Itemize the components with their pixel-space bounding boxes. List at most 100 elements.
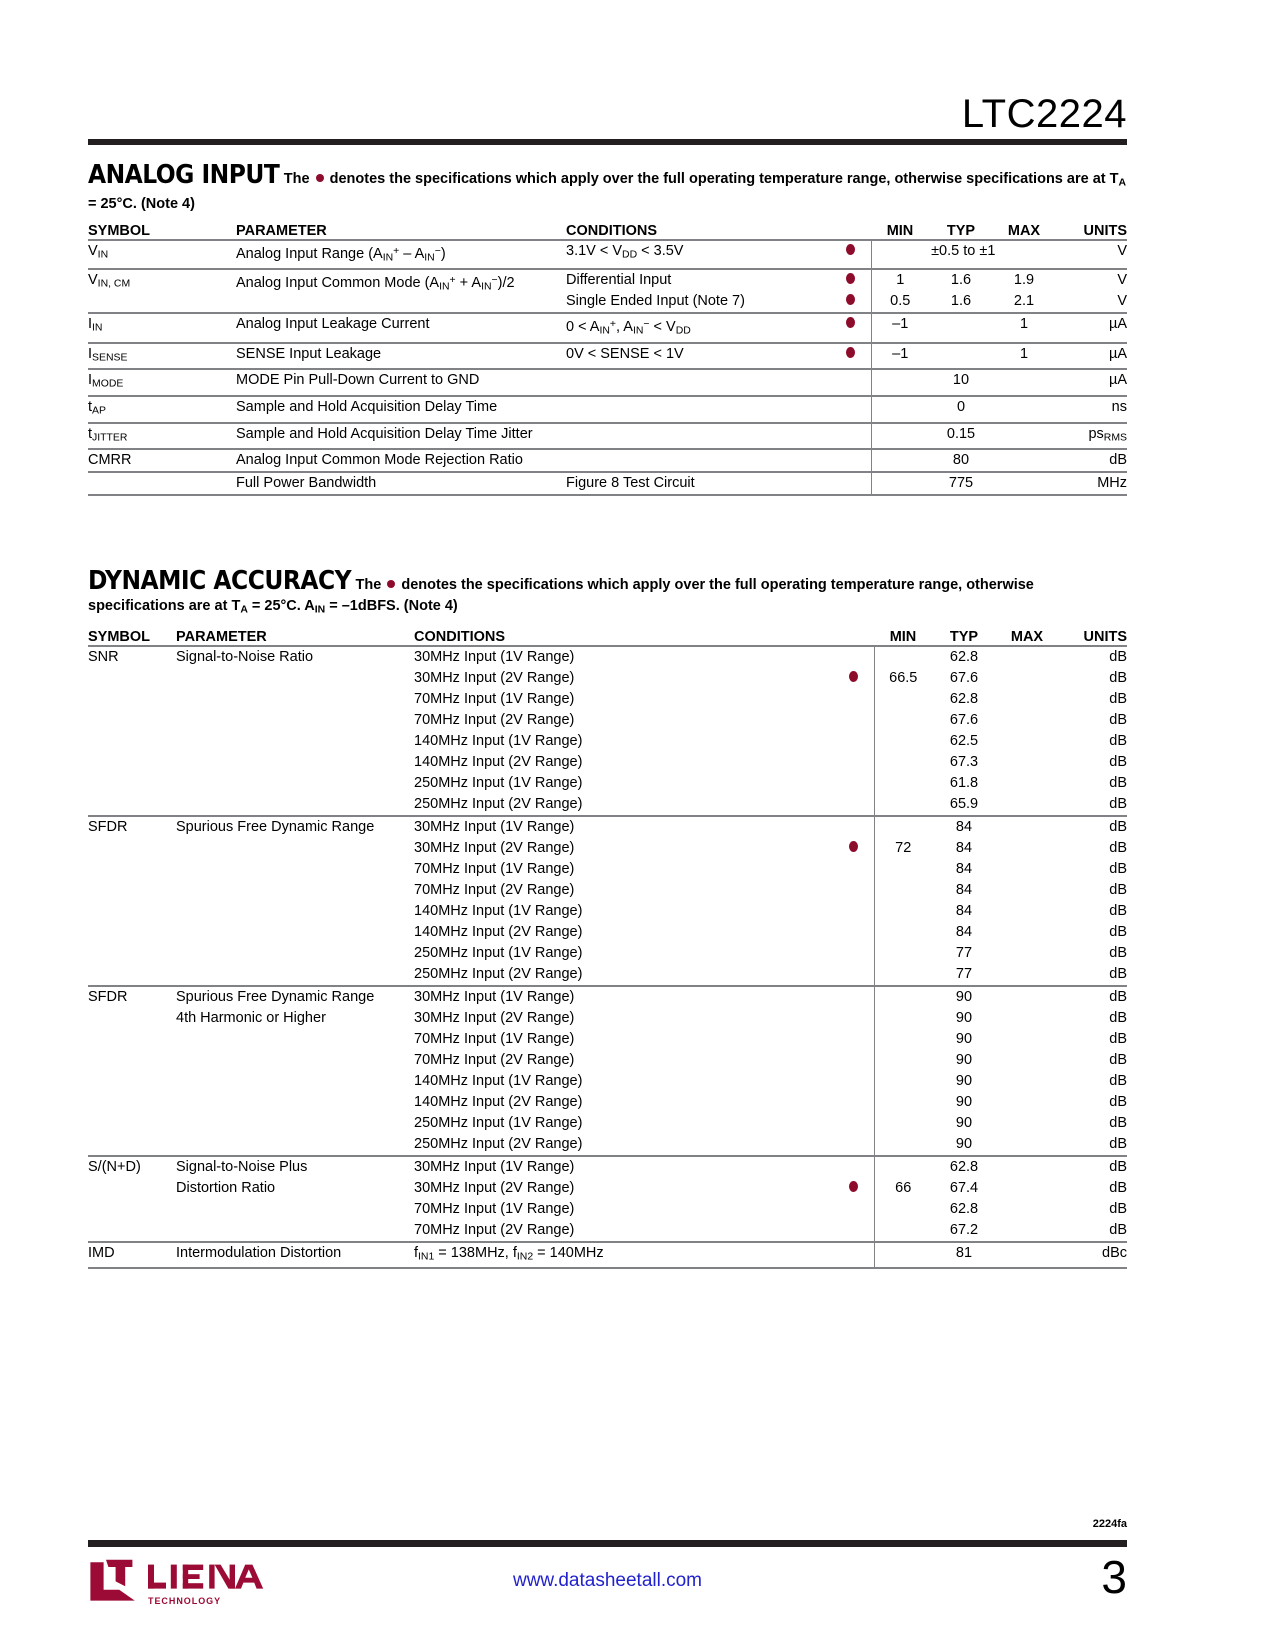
row-dot (834, 1199, 874, 1220)
row-units: dB (1109, 1179, 1127, 1196)
row-units: dB (1109, 944, 1127, 961)
row-max (996, 773, 1058, 794)
row-dot (834, 1178, 874, 1199)
row-units: dB (1109, 669, 1127, 686)
row-dot (834, 880, 874, 901)
row-parameter-line2: Distortion Ratio (176, 1179, 276, 1196)
row-dot (834, 1050, 874, 1071)
col-parameter: PARAMETER (236, 222, 327, 239)
row-units: dB (1109, 795, 1127, 812)
row-min (870, 472, 929, 495)
row-conditions: Differential Input (566, 272, 672, 289)
row-min (870, 449, 929, 473)
bullet-dot-icon (315, 174, 324, 182)
note-sub: A (1118, 177, 1127, 189)
row-typ: 1.6 (950, 272, 972, 289)
bullet-dot-icon (846, 346, 856, 358)
section-title: DYNAMIC ACCURACY (88, 566, 352, 596)
row-conditions: 30MHz Input (2V Range) (414, 1179, 575, 1196)
row-units: dB (1109, 1200, 1127, 1217)
row-min (873, 942, 932, 964)
row-min (873, 963, 932, 986)
row-max (993, 396, 1055, 423)
row-units: µA (1108, 345, 1127, 362)
row-max: 1 (1019, 316, 1029, 333)
row-min (873, 1007, 932, 1029)
logo-subtitle: TECHNOLOGY (148, 1596, 221, 1606)
analog-input-table: SYMBOL PARAMETER CONDITIONS MIN TYP MAX … (88, 223, 1127, 495)
table-header-row: SYMBOL PARAMETER CONDITIONS MIN TYP MAX … (88, 629, 1127, 646)
row-units: dB (1109, 732, 1127, 749)
bullet-dot-icon (387, 580, 396, 588)
row-symbol: S/(N+D) (88, 1158, 141, 1175)
row-max (996, 1071, 1058, 1092)
row-conditions: 30MHz Input (1V Range) (414, 1158, 575, 1175)
row-dot (831, 291, 871, 313)
row-parameter: Spurious Free Dynamic Range 4th Harmonic… (176, 986, 414, 1156)
row-conditions: 30MHz Input (2V Range) (414, 669, 575, 686)
section-heading-analog-input: ANALOG INPUT The denotes the specificati… (88, 160, 1127, 215)
row-conditions (566, 396, 831, 423)
row-min (873, 1112, 932, 1134)
row-max: 1 (1019, 345, 1029, 362)
row-dot (831, 343, 871, 370)
row-dot (834, 1092, 874, 1113)
row-typ: 84 (955, 881, 973, 898)
row-units: dB (1109, 690, 1127, 707)
bullet-dot-icon (846, 273, 856, 285)
row-min: 1 (870, 269, 929, 292)
row-units: dB (1109, 839, 1127, 856)
row-conditions: 250MHz Input (1V Range) (414, 1114, 583, 1131)
row-dot (834, 964, 874, 986)
row-dot (834, 922, 874, 943)
row-conditions: 250MHz Input (1V Range) (414, 944, 583, 961)
note-tail: = 25°C. (Note 4) (88, 195, 195, 212)
row-max (996, 689, 1058, 710)
row-units: V (1117, 293, 1127, 310)
row-conditions (566, 449, 831, 472)
section-title: ANALOG INPUT (88, 160, 280, 190)
row-min: 66 (873, 1177, 932, 1199)
row-dot (834, 689, 874, 710)
row-max (996, 710, 1058, 731)
row-min (873, 1049, 932, 1071)
row-max (996, 859, 1058, 880)
row-min (873, 1091, 932, 1113)
row-parameter: Signal-to-Noise Ratio (176, 648, 314, 665)
row-max (996, 838, 1058, 859)
row-min: –1 (870, 342, 929, 370)
col-dot (834, 629, 874, 646)
row-max (996, 752, 1058, 773)
row-units: dB (1109, 648, 1127, 665)
row-min: 72 (873, 837, 932, 859)
row-max (996, 731, 1058, 752)
note-tail: = 25°C. A (247, 598, 315, 614)
row-conditions: 70MHz Input (2V Range) (414, 711, 575, 728)
col-conditions: CONDITIONS (414, 628, 506, 645)
row-min (873, 1241, 932, 1268)
row-conditions (566, 423, 831, 450)
row-dot (834, 816, 874, 838)
table-row: IIN Analog Input Leakage Current 0 < AIN… (88, 313, 1127, 343)
row-units: dB (1109, 711, 1127, 728)
website-url-link[interactable]: www.datasheetall.com (88, 1570, 1127, 1592)
row-dot (831, 449, 871, 472)
table-row: VIN, CM Analog Input Common Mode (AIN+ +… (88, 269, 1127, 293)
section-analog-input: ANALOG INPUT The denotes the specificati… (88, 160, 1127, 497)
row-conditions: 250MHz Input (2V Range) (414, 795, 583, 812)
row-units: dB (1109, 1114, 1127, 1131)
row-conditions: 140MHz Input (1V Range) (414, 732, 583, 749)
row-parameter: Analog Input Range (AIN+ – AIN−) (236, 245, 446, 264)
row-min (873, 1028, 932, 1050)
row-typ: 62.8 (949, 648, 979, 665)
bullet-dot-icon (849, 840, 859, 852)
row-symbol: tJITTER (88, 425, 128, 444)
row-parameter: Signal-to-Noise Plus Distortion Ratio (176, 1156, 414, 1242)
row-typ: ±0.5 to ±1 (870, 239, 1055, 270)
col-max: MAX (1010, 628, 1044, 645)
row-max (996, 1050, 1058, 1071)
note-post: denotes the specifications which apply o… (329, 171, 1119, 187)
row-units: dB (1109, 881, 1127, 898)
row-conditions: 70MHz Input (2V Range) (414, 1051, 575, 1068)
row-max (993, 449, 1055, 472)
